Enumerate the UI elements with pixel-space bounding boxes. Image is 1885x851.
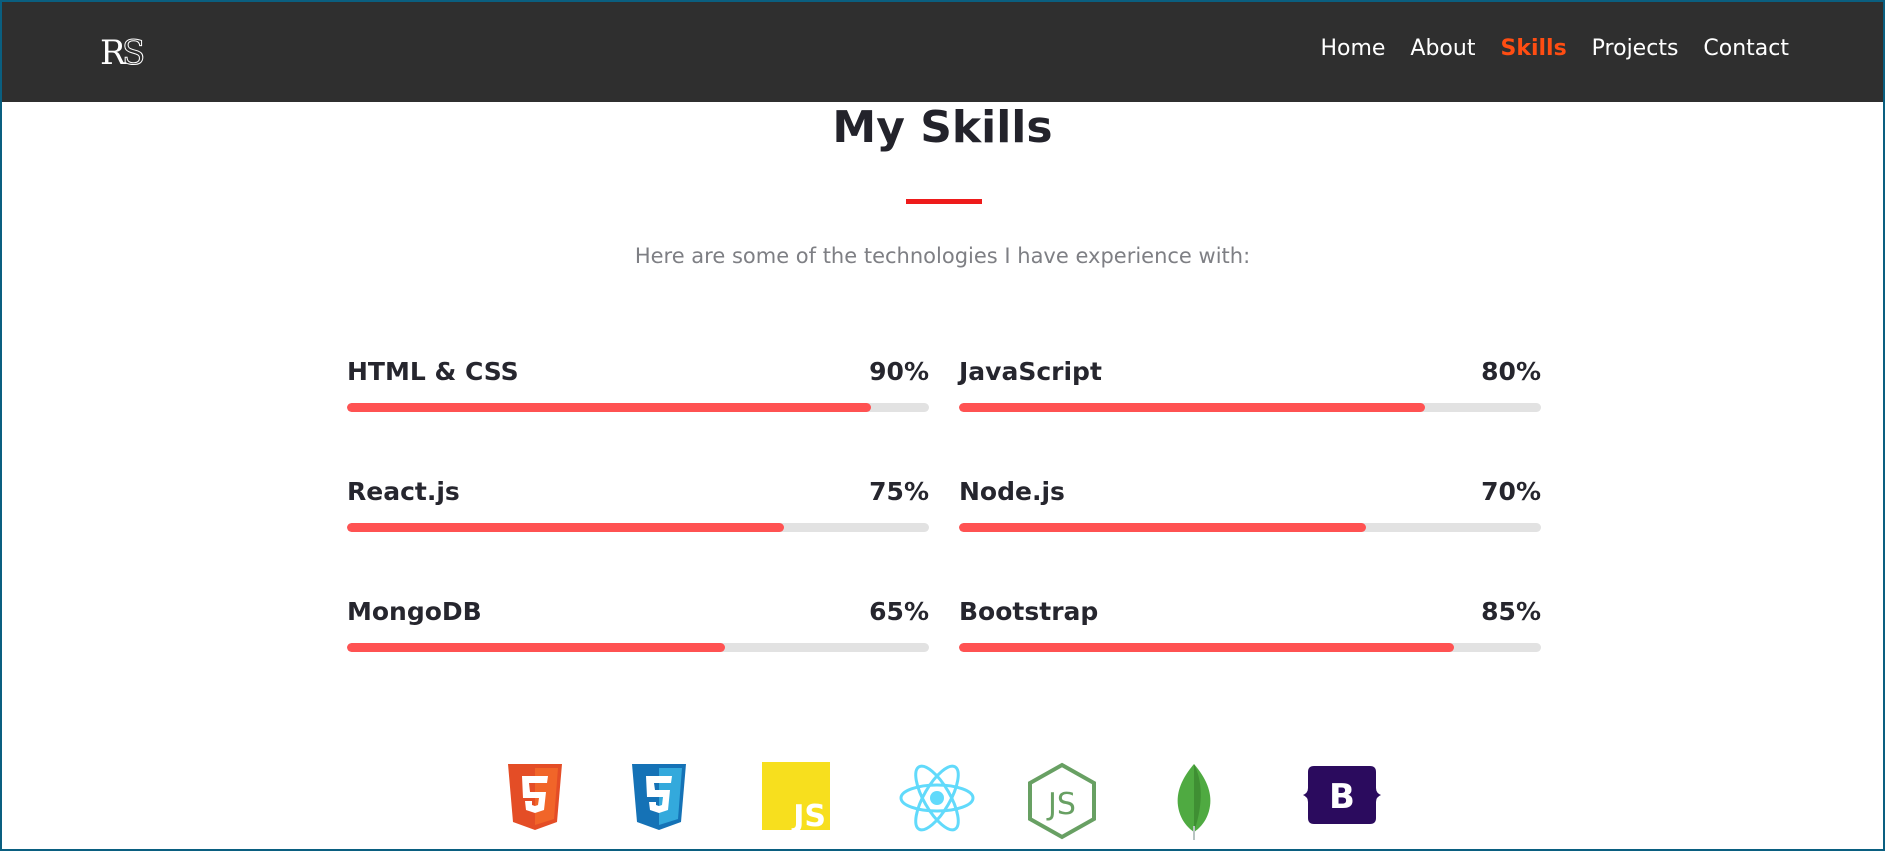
nav-projects[interactable]: Projects — [1592, 36, 1679, 61]
page-frame: R S Home About Skills Projects Contact M… — [2, 2, 1883, 849]
css3-icon — [632, 764, 686, 830]
skill-item: React.js 75% — [347, 477, 929, 597]
skill-name: React.js — [347, 477, 460, 506]
tech-icons-row: JS JS B — [2, 762, 1883, 842]
section-title: My Skills — [832, 102, 1053, 153]
bootstrap-label: B — [1329, 777, 1355, 817]
progress-track — [347, 643, 929, 652]
main-nav: Home About Skills Projects Contact — [1320, 36, 1789, 61]
react-icon — [899, 764, 975, 832]
skill-percent: 65% — [869, 597, 929, 626]
skill-percent: 80% — [1481, 357, 1541, 386]
skill-name: MongoDB — [347, 597, 482, 626]
skill-name: JavaScript — [959, 357, 1102, 386]
skill-percent: 75% — [869, 477, 929, 506]
nav-home[interactable]: Home — [1320, 36, 1385, 61]
skill-percent: 85% — [1481, 597, 1541, 626]
skills-grid: HTML & CSS 90% JavaScript 80% React.js 7… — [347, 357, 1544, 717]
brand-logo[interactable]: R S — [100, 32, 160, 74]
mongodb-icon — [1177, 764, 1211, 840]
js-label: JS — [791, 799, 826, 832]
progress-track — [347, 403, 929, 412]
progress-fill — [959, 523, 1367, 532]
rs-logo-icon: R S — [100, 33, 148, 74]
svg-text:S: S — [122, 33, 143, 72]
progress-track — [959, 643, 1541, 652]
progress-track — [347, 523, 929, 532]
progress-fill — [347, 403, 871, 412]
navbar: R S Home About Skills Projects Contact — [2, 2, 1883, 102]
nav-skills[interactable]: Skills — [1500, 36, 1566, 61]
skill-name: Bootstrap — [959, 597, 1099, 626]
progress-fill — [959, 643, 1454, 652]
html5-icon — [508, 764, 562, 830]
skill-item: JavaScript 80% — [959, 357, 1541, 477]
skill-item: MongoDB 65% — [347, 597, 929, 717]
progress-track — [959, 523, 1541, 532]
node-js-label: JS — [1046, 787, 1076, 822]
progress-fill — [959, 403, 1425, 412]
progress-fill — [347, 643, 726, 652]
skill-percent: 70% — [1481, 477, 1541, 506]
skill-item: Bootstrap 85% — [959, 597, 1541, 717]
skill-name: HTML & CSS — [347, 357, 519, 386]
skill-percent: 90% — [869, 357, 929, 386]
progress-track — [959, 403, 1541, 412]
title-underline — [906, 199, 982, 204]
nodejs-icon: JS — [1028, 762, 1096, 840]
skill-item: Node.js 70% — [959, 477, 1541, 597]
progress-fill — [347, 523, 784, 532]
javascript-icon: JS — [762, 762, 830, 832]
skill-name: Node.js — [959, 477, 1065, 506]
skill-item: HTML & CSS 90% — [347, 357, 929, 477]
bootstrap-icon: B — [1303, 766, 1381, 824]
section-subtitle: Here are some of the technologies I have… — [634, 244, 1251, 268]
nav-about[interactable]: About — [1410, 36, 1475, 61]
nav-contact[interactable]: Contact — [1703, 36, 1789, 61]
